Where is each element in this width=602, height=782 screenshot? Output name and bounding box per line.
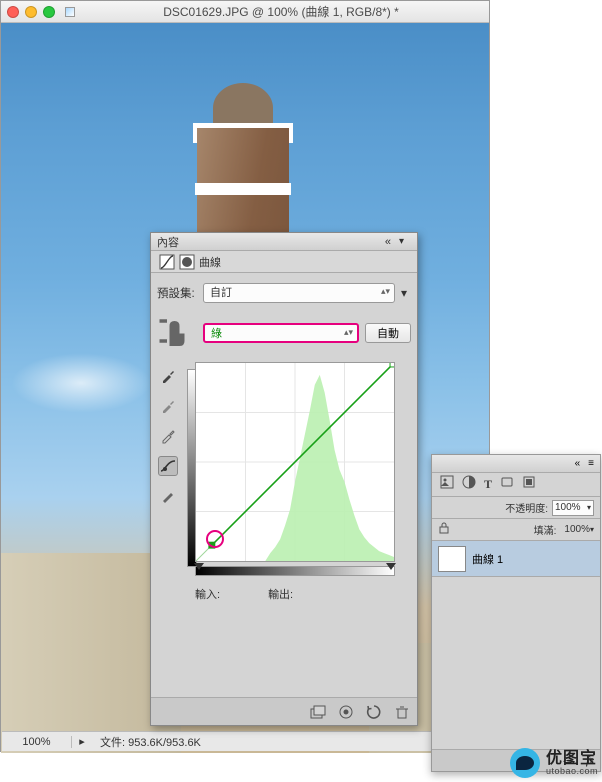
- opacity-label: 不透明度:: [505, 500, 548, 515]
- preset-label: 預設集:: [157, 285, 197, 301]
- preset-menu-icon[interactable]: ▾: [401, 286, 411, 300]
- status-nav-icon[interactable]: ▸: [72, 735, 92, 748]
- layer-row-curves1[interactable]: 曲線 1: [432, 541, 600, 577]
- input-gradient[interactable]: [195, 566, 395, 576]
- eyedropper-gray-icon[interactable]: [158, 396, 178, 416]
- finger-tool-icon[interactable]: [157, 311, 197, 354]
- minimize-window-button[interactable]: [25, 6, 37, 18]
- zoom-window-button[interactable]: [43, 6, 55, 18]
- layer-filter-row: T: [432, 473, 600, 497]
- lock-icon[interactable]: [438, 522, 450, 537]
- eyedropper-black-icon[interactable]: [158, 366, 178, 386]
- curves-graph[interactable]: [195, 362, 395, 562]
- curves-icon: [159, 254, 175, 270]
- white-slider[interactable]: [386, 563, 396, 570]
- panel-menu-icon[interactable]: ≡: [588, 458, 594, 469]
- fill-label: 填滿:: [534, 522, 557, 537]
- edit-points-tool[interactable]: [158, 456, 178, 476]
- filter-shape-icon[interactable]: [500, 475, 514, 494]
- layers-titlebar[interactable]: « ≡: [432, 455, 600, 473]
- doc-size-info[interactable]: 文件: 953.6K/953.6K: [92, 734, 201, 750]
- properties-panel: 內容 « ▾ 曲線 預設集: 自訂 ▴▾ ▾ 綠 ▴▾: [150, 232, 418, 726]
- view-previous-icon[interactable]: [337, 703, 355, 721]
- layer-mask-thumb[interactable]: [438, 546, 466, 572]
- close-window-button[interactable]: [7, 6, 19, 18]
- input-label: 輸入:: [195, 586, 220, 602]
- panel-menu-icon[interactable]: ▾: [399, 236, 411, 248]
- adjustment-tab[interactable]: 曲線: [151, 251, 417, 273]
- properties-title: 內容: [157, 234, 179, 250]
- watermark-cn: 优图宝: [546, 751, 598, 767]
- watermark-logo-icon: [510, 748, 540, 778]
- reset-icon[interactable]: [365, 703, 383, 721]
- window-titlebar[interactable]: DSC01629.JPG @ 100% (曲線 1, RGB/8*) *: [1, 1, 489, 23]
- channel-value: 綠: [211, 328, 222, 340]
- properties-footer: [151, 697, 417, 725]
- collapse-icon[interactable]: «: [385, 236, 391, 248]
- fill-field[interactable]: 100%▾: [564, 524, 594, 535]
- opacity-field[interactable]: 100%▾: [552, 500, 594, 516]
- properties-titlebar[interactable]: 內容 « ▾: [151, 233, 417, 251]
- preset-select[interactable]: 自訂 ▴▾: [203, 283, 395, 303]
- clip-to-layer-icon[interactable]: [309, 703, 327, 721]
- layers-panel: « ≡ T 不透明度: 100%▾ 填滿: 100%▾ 曲線 1 ⇔ fx: [431, 454, 601, 772]
- preset-value: 自訂: [210, 287, 232, 299]
- curve-point-highlight: [206, 530, 224, 548]
- adjustment-tab-label: 曲線: [199, 254, 221, 270]
- filter-type-icon[interactable]: T: [484, 477, 492, 492]
- filter-image-icon[interactable]: [440, 475, 454, 494]
- delete-icon[interactable]: [393, 703, 411, 721]
- watermark-en: utobao.com: [546, 767, 598, 776]
- watermark: 优图宝 utobao.com: [510, 748, 598, 778]
- filter-smart-icon[interactable]: [522, 475, 536, 494]
- filter-adjust-icon[interactable]: [462, 475, 476, 494]
- status-bar: 100% ▸ 文件: 953.6K/953.6K ▸: [2, 731, 490, 751]
- zoom-level[interactable]: 100%: [2, 736, 72, 748]
- output-label: 輸出:: [268, 586, 293, 602]
- collapse-icon[interactable]: «: [575, 458, 581, 469]
- document-icon: [65, 7, 75, 17]
- auto-button[interactable]: 自動: [365, 323, 411, 343]
- black-slider[interactable]: [194, 563, 204, 570]
- eyedropper-white-icon[interactable]: [158, 426, 178, 446]
- mask-icon: [179, 254, 195, 270]
- draw-tool[interactable]: [158, 486, 178, 506]
- channel-select[interactable]: 綠 ▴▾: [203, 323, 359, 343]
- window-title: DSC01629.JPG @ 100% (曲線 1, RGB/8*) *: [79, 3, 483, 20]
- layer-name[interactable]: 曲線 1: [472, 551, 503, 567]
